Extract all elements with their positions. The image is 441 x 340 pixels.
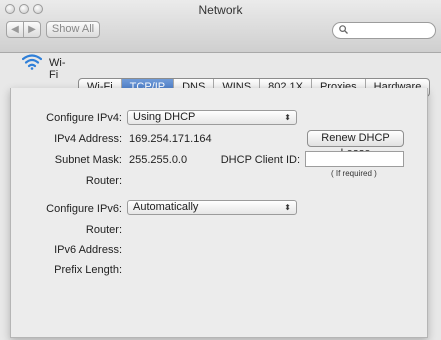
renew-dhcp-lease-button[interactable]: Renew DHCP Lease — [307, 130, 404, 159]
configure-ipv4-select[interactable]: Using DHCP ⬍ — [127, 110, 297, 125]
back-button[interactable]: ◀ — [6, 21, 24, 38]
configure-ipv6-select[interactable]: Automatically ⬍ — [127, 200, 297, 215]
forward-button[interactable]: ▶ — [23, 21, 41, 38]
chevron-left-icon: ◀ — [11, 24, 19, 35]
dhcp-client-id-field[interactable] — [305, 151, 404, 167]
search-input[interactable] — [332, 22, 436, 39]
network-window: Network ◀ ▶ Show All Wi-Fi Wi-Fi TCP/IP … — [0, 0, 441, 340]
configure-ipv6-label: Configure IPv6: — [46, 203, 122, 215]
dhcp-client-id-label: DHCP Client ID: — [220, 154, 300, 166]
ipv6-router-label: Router: — [85, 224, 122, 236]
dhcp-client-id-hint: ( If required ) — [331, 169, 377, 178]
title-bar: Network ◀ ▶ Show All — [0, 0, 441, 53]
subnet-mask-value: 255.255.0.0 — [129, 154, 188, 166]
window-title: Network — [198, 3, 243, 17]
subnet-mask-label: Subnet Mask: — [54, 154, 122, 166]
search-icon — [339, 25, 348, 37]
interface-name: Wi-Fi — [49, 57, 66, 81]
ipv4-address-label: IPv4 Address: — [54, 133, 122, 145]
ipv6-address-label: IPv6 Address: — [54, 244, 122, 256]
updown-arrows-icon: ⬍ — [284, 113, 291, 122]
show-all-button[interactable]: Show All — [46, 21, 100, 38]
configure-ipv4-value: Using DHCP — [133, 111, 196, 123]
ipv4-router-label: Router: — [85, 175, 122, 187]
prefix-length-label: Prefix Length: — [54, 264, 122, 276]
configure-ipv6-value: Automatically — [133, 201, 199, 213]
ipv4-address-value: 169.254.171.164 — [129, 133, 212, 145]
wifi-icon — [21, 54, 43, 70]
updown-arrows-icon: ⬍ — [284, 203, 291, 212]
chevron-right-icon: ▶ — [28, 24, 36, 35]
configure-ipv4-label: Configure IPv4: — [46, 112, 122, 124]
